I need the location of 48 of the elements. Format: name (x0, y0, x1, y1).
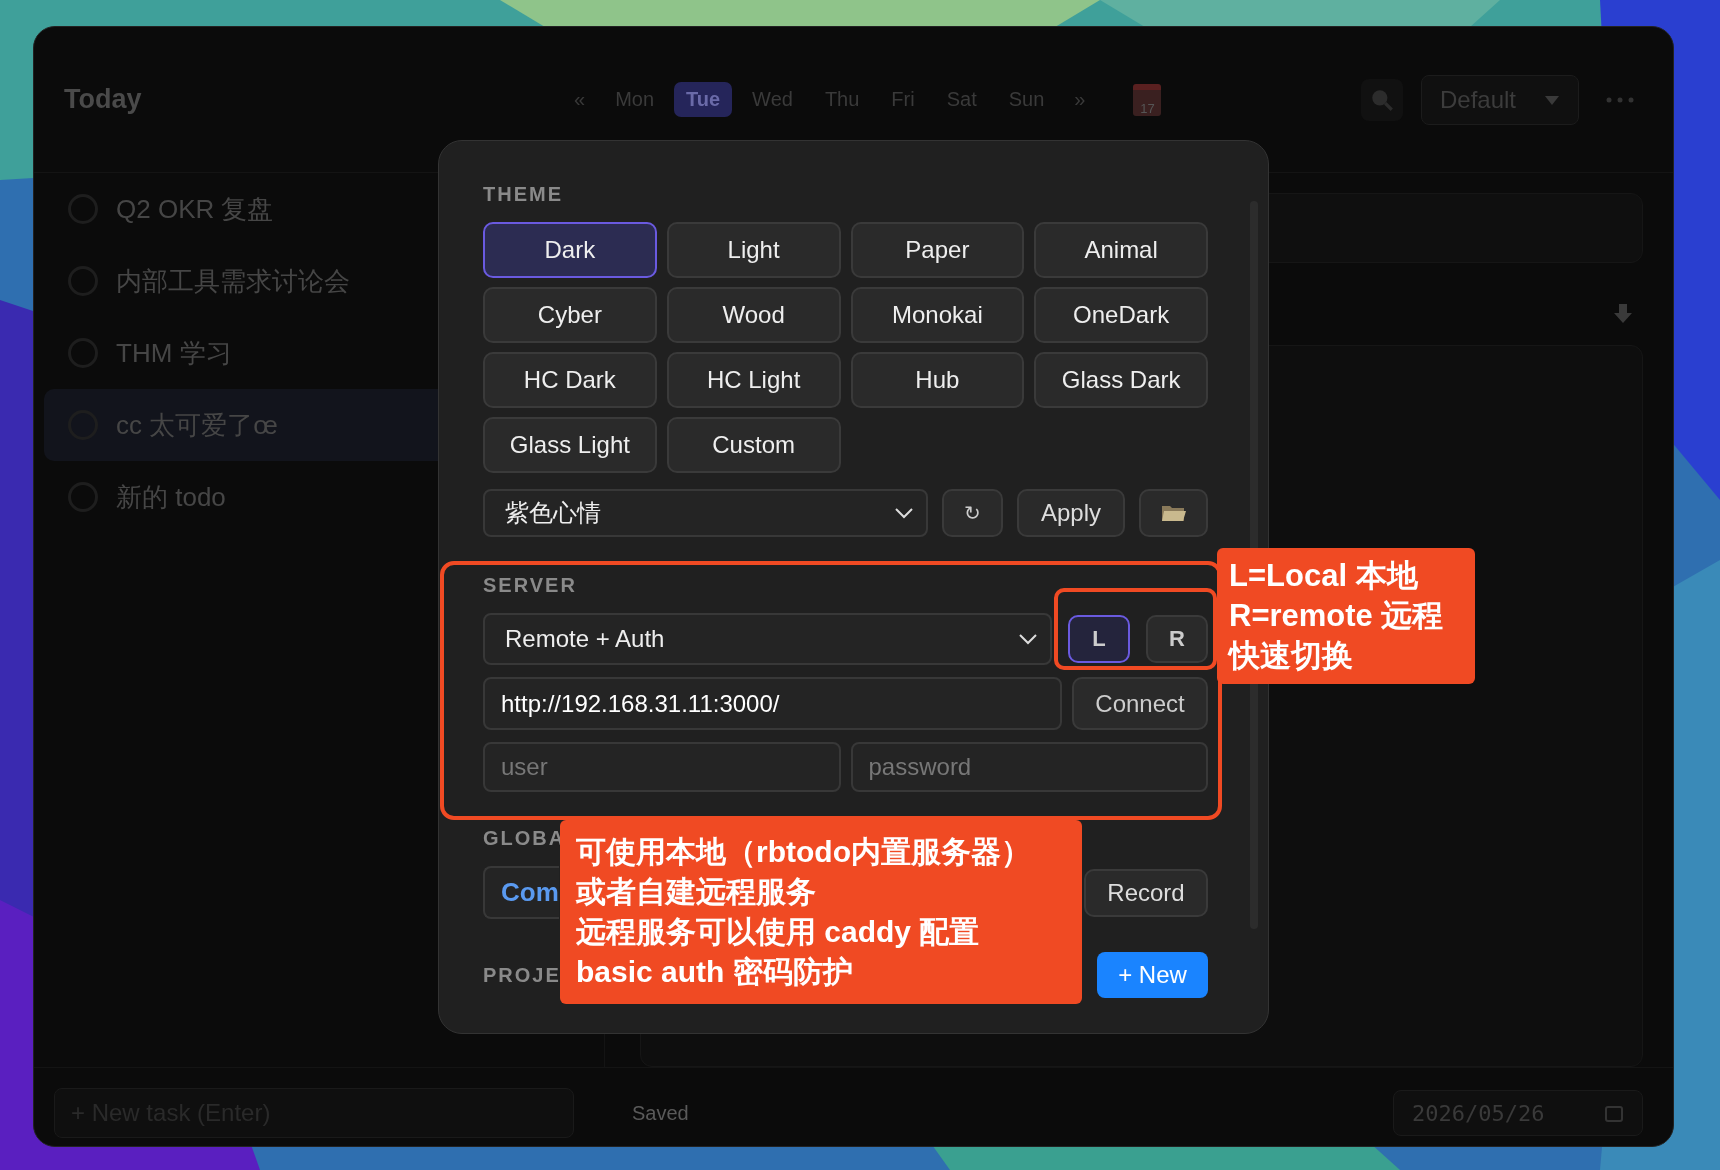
calendar-icon[interactable] (1604, 1103, 1624, 1123)
section-label: THEME (483, 183, 563, 206)
theme-button[interactable]: Custom (666, 417, 841, 473)
section-label: GLOBA (483, 827, 566, 850)
server-mode-select[interactable]: Remote + Auth (483, 613, 1052, 665)
folder-icon (1160, 503, 1187, 523)
theme-select[interactable]: 紫色心情 (483, 489, 928, 537)
theme-button[interactable]: Wood (666, 287, 841, 343)
theme-button[interactable]: Glass Dark (1034, 352, 1208, 408)
save-status: Saved (632, 1101, 689, 1125)
annotation-text: 远程服务可以使用 caddy 配置 (576, 914, 981, 950)
annotation-text: R=remote 远程 (1229, 597, 1445, 635)
chevron-icon (1018, 633, 1038, 645)
download-icon[interactable] (1613, 303, 1633, 325)
folder-button[interactable] (1139, 489, 1208, 537)
theme-button[interactable]: Cyber (483, 287, 657, 343)
chevron-icon (894, 507, 914, 519)
password-field[interactable]: password (850, 742, 1208, 792)
apply-button[interactable]: Apply (1017, 489, 1125, 537)
new-project-button[interactable]: + New (1097, 952, 1208, 998)
refresh-button[interactable]: ↻ (942, 489, 1003, 537)
connect-button[interactable]: Connect (1072, 677, 1208, 730)
annotation-text: 或者自建远程服务 (576, 874, 817, 910)
theme-button[interactable]: HC Light (666, 352, 841, 408)
theme-button[interactable]: Animal (1034, 222, 1208, 278)
theme-button[interactable]: OneDark (1034, 287, 1208, 343)
section-label: PROJE (483, 963, 561, 987)
server-switch-button[interactable]: R (1146, 615, 1208, 663)
server-url-field[interactable]: http://192.168.31.11:3000/ (483, 677, 1062, 730)
theme-button[interactable]: Monokai (850, 287, 1025, 343)
section-label: SERVER (483, 574, 577, 597)
annotation-text: 快速切换 (1229, 637, 1354, 675)
theme-button[interactable]: Paper (850, 222, 1025, 278)
theme-button[interactable]: Hub (850, 352, 1025, 408)
record-button[interactable]: Record (1084, 868, 1208, 917)
search-icon[interactable] (1360, 78, 1403, 121)
caret-icon (1544, 93, 1560, 106)
page-title: Today (64, 84, 143, 115)
annotation-text: L=Local 本地 (1229, 557, 1419, 595)
theme-button[interactable]: Light (666, 222, 841, 278)
annotation-text: basic auth 密码防护 (576, 954, 854, 990)
user-field[interactable]: user (483, 742, 841, 792)
theme-button[interactable]: HC Dark (483, 352, 657, 408)
annotation-text: 可使用本地（rbtodo内置服务器） (576, 834, 1032, 870)
server-switch-button[interactable]: L (1068, 615, 1130, 663)
theme-button[interactable]: Glass Light (483, 417, 657, 473)
shortcut-field[interactable]: Com (483, 866, 559, 919)
theme-button[interactable]: Dark (483, 222, 657, 278)
